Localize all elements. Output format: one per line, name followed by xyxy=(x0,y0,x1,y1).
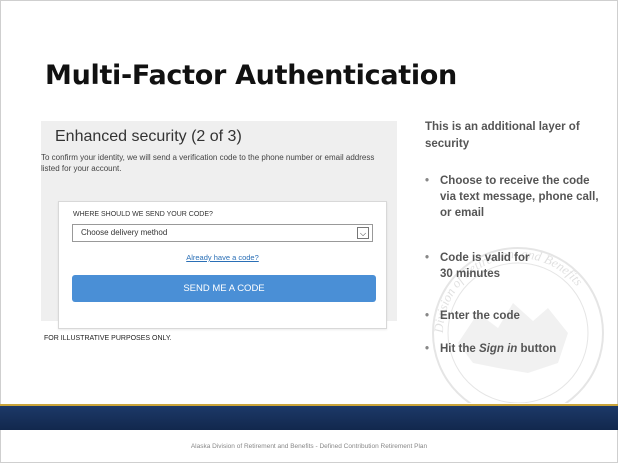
chevron-down-icon: ⌵ xyxy=(357,227,369,239)
delivery-field-label: WHERE SHOULD WE SEND YOUR CODE? xyxy=(73,211,213,218)
bullet-text: Choose to receive the code via text mess… xyxy=(440,175,599,219)
bullet-item: • Choose to receive the code via text me… xyxy=(425,173,605,223)
bullet-icon: • xyxy=(425,310,430,322)
security-intro: This is an additional layer of security xyxy=(425,121,580,150)
footer-text: Alaska Division of Retirement and Benefi… xyxy=(190,443,428,450)
code-delivery-card: WHERE SHOULD WE SEND YOUR CODE? Choose d… xyxy=(58,201,387,329)
delivery-method-value: Choose delivery method xyxy=(81,228,168,237)
illustrative-caption: FOR ILLUSTRATIVE PURPOSES ONLY. xyxy=(44,335,172,342)
bullet-text: Enter the code xyxy=(440,310,520,322)
enhanced-security-heading: Enhanced security (2 of 3) xyxy=(55,128,242,145)
footer-band xyxy=(0,404,618,430)
footer-accent-line xyxy=(0,404,618,406)
mfa-screenshot: Enhanced security (2 of 3) To confirm yo… xyxy=(41,121,438,451)
already-have-code-link[interactable]: Already have a code? xyxy=(59,253,386,262)
bullet-icon: • xyxy=(425,343,430,355)
bullet-item: • Code is valid for 30 minutes xyxy=(425,250,605,284)
slide-title: Multi-Factor Authentication xyxy=(45,60,457,91)
verification-description: To confirm your identity, we will send a… xyxy=(41,153,375,173)
bullet-text: Hit the Sign in button xyxy=(440,343,557,355)
bullet-icon: • xyxy=(425,175,430,187)
send-code-button[interactable]: SEND ME A CODE xyxy=(72,275,376,302)
bullet-text: Code is valid for 30 minutes xyxy=(440,252,530,280)
bullet-icon: • xyxy=(425,252,430,264)
delivery-method-select[interactable]: Choose delivery method ⌵ xyxy=(72,224,373,242)
